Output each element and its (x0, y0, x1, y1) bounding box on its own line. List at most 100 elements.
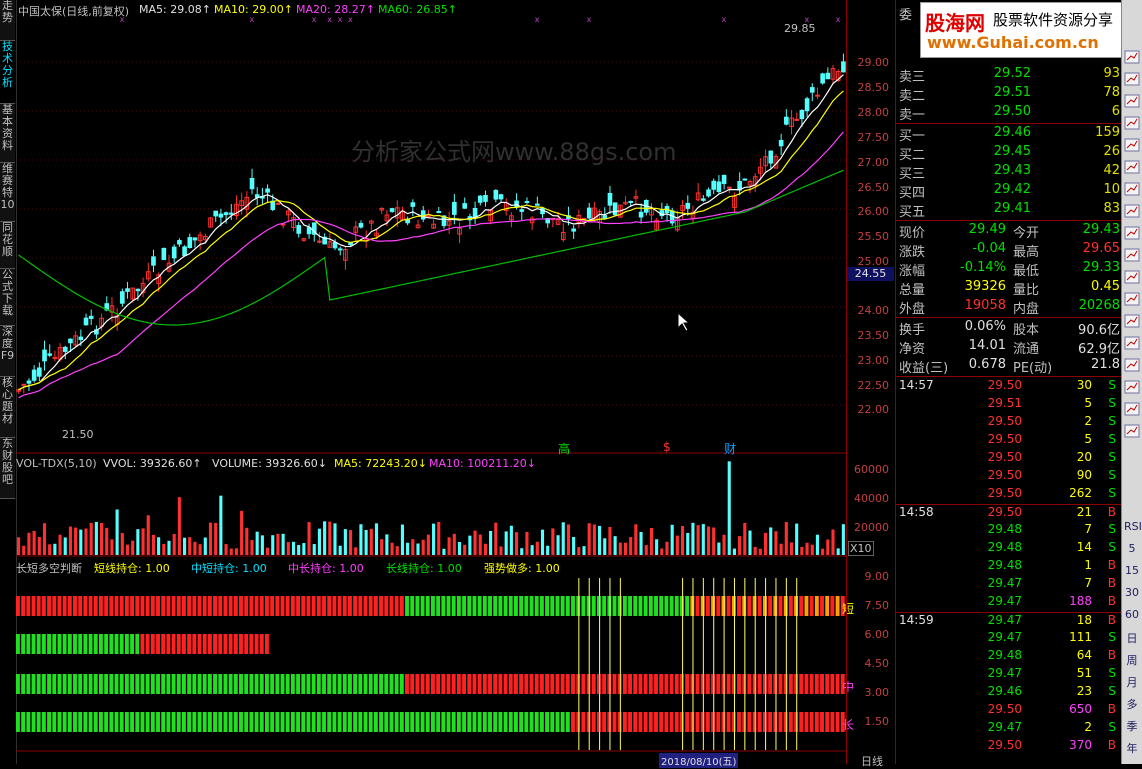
candle-body (332, 242, 338, 249)
bar5-icon[interactable] (1124, 424, 1140, 438)
signal-bar (145, 674, 150, 694)
period-button-5[interactable]: 日 (1124, 630, 1140, 645)
split-icon[interactable] (1124, 292, 1140, 306)
signal-bar (804, 596, 809, 616)
line-icon[interactable] (1124, 72, 1140, 86)
ctrl-icon[interactable] (1124, 336, 1140, 350)
volume-bar (608, 526, 612, 555)
period-button-2[interactable]: 15 (1124, 564, 1140, 578)
signal-bar (778, 712, 783, 732)
low-price-label: 21.50 (62, 428, 94, 441)
rise-icon[interactable] (1124, 116, 1140, 130)
tick-side: S (1108, 684, 1116, 698)
tab-weisaite[interactable]: 维赛特10 (0, 163, 15, 222)
signal-bar (244, 634, 249, 654)
volume-bar (525, 531, 529, 555)
tick-list[interactable]: 14:57 29.50 30 S 29.51 5 S 29.50 2 S 29.50 5 S 29.50 2… (896, 378, 1122, 764)
signal-bar (695, 712, 700, 732)
period-button-3[interactable]: 30 (1124, 586, 1140, 600)
period-button-7[interactable]: 月 (1124, 674, 1140, 689)
tab-trend[interactable]: 走势 (0, 0, 15, 41)
period-button-8[interactable]: 多 (1124, 696, 1140, 711)
event-high-mark[interactable]: 高 (558, 440, 570, 457)
list-icon[interactable] (1124, 182, 1140, 196)
kline-svg[interactable]: xxxxxxxxxxx (16, 0, 846, 764)
volume-bar (432, 523, 436, 555)
signal-bar (747, 712, 752, 732)
signal-bar (633, 674, 638, 694)
tab-depth-f9[interactable]: 深度F9 (0, 326, 15, 377)
signal-bar (659, 634, 664, 654)
signal-bar (488, 634, 492, 654)
signal-bar (176, 634, 181, 654)
signal-bar (680, 596, 684, 616)
volume-bar (323, 521, 327, 555)
grid2-icon[interactable] (1124, 402, 1140, 416)
volume-bar (727, 461, 731, 555)
tab-fundamentals[interactable]: 基本资料 (0, 104, 15, 163)
signal-bar (114, 674, 119, 694)
candle-body (804, 98, 810, 112)
period-button-6[interactable]: 周 (1124, 652, 1140, 667)
signal-bar (306, 674, 311, 694)
tick-volume: 2 (1084, 720, 1092, 734)
chart-area[interactable]: xxxxxxxxxxx 中国太保(日线,前复权) MA5: 29.08↑ MA1… (16, 0, 854, 768)
tab-ths[interactable]: 同花顺 (0, 222, 15, 269)
signal-bar (690, 634, 695, 654)
signal-bar (119, 634, 124, 654)
rsi-icon[interactable] (1124, 314, 1140, 328)
signal-bar (213, 674, 218, 694)
tick-price: 29.47 (987, 666, 1022, 680)
signal-bar (176, 674, 181, 694)
period-button-4[interactable]: 60 (1124, 608, 1140, 622)
grid-icon[interactable] (1124, 226, 1140, 240)
period-label[interactable]: 日线 (861, 753, 883, 769)
tab-formula-download[interactable]: 公式下载 (0, 269, 15, 326)
signal-bar (643, 674, 648, 694)
signal-bar (124, 712, 129, 732)
volume-bar (349, 530, 353, 555)
signal-bar (73, 634, 77, 654)
bar2-icon[interactable] (1124, 160, 1140, 174)
tick-price: 29.47 (987, 576, 1022, 590)
sell2-row: 卖二 29.51 78 (899, 85, 1120, 104)
period-button-1[interactable]: 5 (1124, 542, 1140, 556)
period-button-0[interactable]: RSI (1124, 520, 1142, 534)
pen-icon[interactable] (1124, 358, 1140, 372)
event-dividend-mark[interactable]: $ (663, 440, 671, 454)
signal-bar (545, 596, 550, 616)
signal-bar (36, 596, 41, 616)
signal-bar (799, 674, 804, 694)
tab-technical[interactable]: 技术分析 (0, 41, 15, 104)
tab-eastmoney-forum[interactable]: 东财股吧 (0, 438, 15, 499)
axis-tick: 22.50 (857, 379, 890, 392)
f5-icon[interactable] (1124, 380, 1140, 394)
ind-axis-tick: 9.00 (864, 570, 890, 583)
bar3-icon[interactable] (1124, 248, 1140, 262)
period-button-10[interactable]: 年 (1124, 740, 1140, 755)
chart-icon[interactable] (1124, 50, 1140, 64)
signal-bar (773, 634, 778, 654)
signal-bar (633, 634, 638, 654)
volume-bar (110, 539, 114, 555)
signal-bar (265, 674, 269, 694)
icon-toolbar: RSI 5 15 30 60 日周月多季年 (1121, 0, 1142, 764)
signal-bar (809, 634, 814, 654)
period-button-9[interactable]: 季 (1124, 718, 1140, 733)
candle-body (177, 240, 182, 245)
signal-bar (716, 596, 721, 616)
signal-bar (721, 674, 726, 694)
volume-bar (219, 495, 223, 555)
event-finance-mark[interactable]: 财 (724, 440, 736, 457)
bar4-icon[interactable] (1124, 270, 1140, 284)
tab-core-theme[interactable]: 核心题材 (0, 377, 15, 438)
signal-bar (301, 674, 306, 694)
tick-price: 29.50 (987, 702, 1022, 716)
volume-bar (297, 545, 301, 555)
signal-bar (399, 674, 404, 694)
signal-bar (171, 634, 176, 654)
pie-icon[interactable] (1124, 204, 1140, 218)
candle-icon[interactable] (1124, 138, 1140, 152)
bar-icon[interactable] (1124, 94, 1140, 108)
signal-bar (83, 712, 88, 732)
